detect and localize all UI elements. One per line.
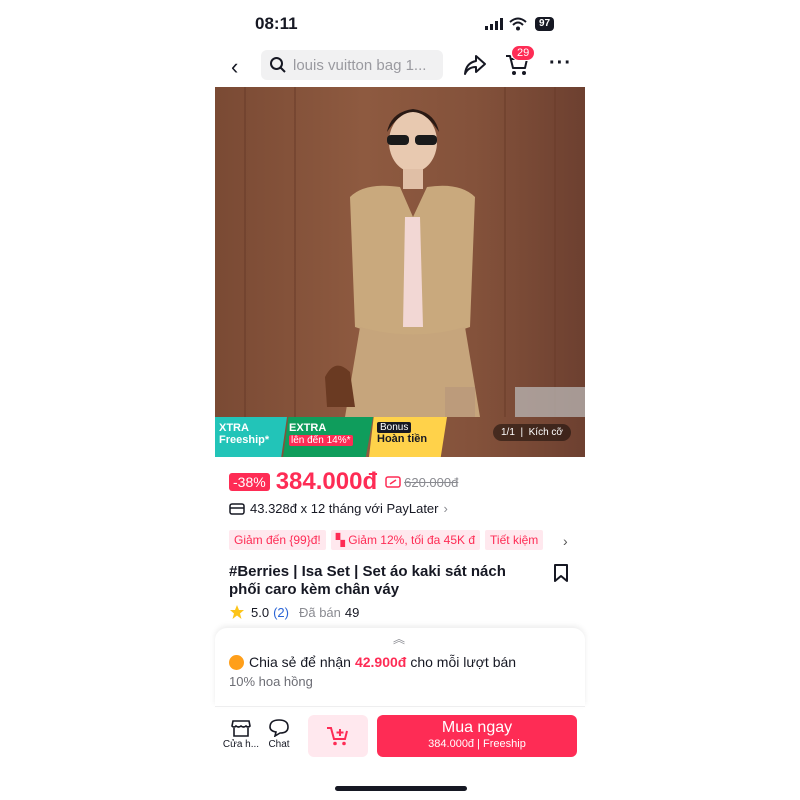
chat-icon [269, 719, 289, 737]
affiliate-suffix: cho mỗi lượt bán [410, 654, 517, 670]
product-photo-illustration [244, 87, 585, 417]
voucher-chip-label: Giảm 12%, tối đa 45K đ [348, 533, 476, 547]
share-icon[interactable] [463, 54, 487, 76]
sold-label: Đã bán [298, 604, 341, 620]
add-cart-icon [327, 727, 348, 746]
shop-button[interactable]: Cửa h... [221, 719, 261, 750]
home-indicator[interactable] [335, 786, 467, 791]
voucher-chip[interactable]: ▚ Giảm 12%, tối đa 45K đ [330, 530, 481, 550]
product-image[interactable]: XTRA Freeship* EXTRA lên đến 14%* Bonus … [215, 87, 585, 457]
cart-badge: 29 [511, 45, 536, 61]
affiliate-panel[interactable]: ︽ Chia sẻ để nhận 42.900đ cho mỗi lượt b… [215, 628, 585, 706]
chevron-up-icon[interactable]: ︽ [393, 630, 405, 647]
paylater-row[interactable]: 43.328đ x 12 tháng với PayLater › [229, 501, 448, 516]
rating-row[interactable]: 5.0 (2) Đã bán 49 [229, 604, 359, 620]
affiliate-prefix: Chia sẻ để nhận [249, 654, 351, 670]
top-nav: ‹ louis vuitton bag 1... 29 ··· [215, 45, 585, 82]
status-time: 08:11 [255, 14, 298, 33]
chevron-right-icon[interactable]: › [563, 533, 568, 549]
search-input[interactable]: louis vuitton bag 1... [261, 50, 443, 80]
promo-bonus-tag: Bonus [377, 422, 412, 433]
promo-extra-discount: EXTRA lên đến 14%* [283, 417, 373, 457]
discount-badge: -38% [229, 473, 270, 491]
chevron-right-icon: › [443, 501, 448, 516]
rating-value: 5.0 [251, 604, 270, 620]
buy-now-label: Mua ngay [441, 719, 513, 736]
promo-bonus-sub: Hoàn tiền [377, 433, 428, 445]
promo-extra-title: EXTRA [289, 422, 327, 434]
wallet-icon [229, 502, 245, 515]
bookmark-icon[interactable] [553, 564, 569, 582]
size-label: Kích cỡ [528, 427, 563, 438]
affiliate-amount: 42.900đ [354, 654, 407, 670]
photo-index: 1/1 [501, 427, 515, 438]
paylater-text: 43.328đ x 12 tháng với PayLater [250, 501, 439, 516]
back-icon[interactable]: ‹ [231, 54, 238, 80]
affiliate-share-line: Chia sẻ để nhận 42.900đ cho mỗi lượt bán [229, 654, 516, 670]
phone-screen: 08:11 97 ‹ louis vuitton bag 1... 29 ···… [215, 0, 585, 800]
chat-button[interactable]: Chat [259, 719, 299, 750]
chat-label: Chat [268, 739, 290, 750]
promo-bonus-cashback: Bonus Hoàn tiền [369, 417, 447, 457]
bottom-action-bar: Cửa h... Chat Mua ngay 384.000đ | Freesh… [215, 706, 585, 771]
shop-icon [231, 720, 251, 737]
ticket-icon: ▚ [335, 533, 349, 547]
promo-extra-sub: lên đến 14%* [289, 435, 353, 446]
rating-count: (2) [273, 604, 289, 620]
price-row: -38% 384.000đ 620.000đ [229, 468, 458, 496]
voucher-chip[interactable]: Giảm đến {99}đ! [229, 530, 326, 550]
search-query: louis vuitton bag 1... [293, 56, 427, 74]
voucher-icon [385, 476, 401, 488]
star-icon [230, 605, 244, 619]
signal-icon [485, 18, 503, 30]
promo-xtra-sub: Freeship* [219, 434, 270, 446]
battery-indicator: 97 [535, 17, 555, 31]
status-bar: 08:11 97 [215, 12, 585, 38]
current-price: 384.000đ [275, 468, 378, 495]
photo-counter[interactable]: 1/1 | Kích cỡ [493, 424, 571, 441]
voucher-chip[interactable]: Tiết kiệm [485, 530, 544, 550]
add-to-cart-button[interactable] [308, 715, 368, 757]
sold-count: 49 [344, 604, 360, 620]
coin-icon [229, 654, 244, 670]
shop-label: Cửa h... [222, 739, 260, 750]
commission-text: 10% hoa hồng [229, 674, 313, 689]
promo-xtra-title: XTRA [219, 422, 249, 434]
buy-now-button[interactable]: Mua ngay 384.000đ | Freeship [377, 715, 577, 757]
original-price: 620.000đ [404, 474, 459, 490]
search-icon [270, 57, 286, 73]
more-icon[interactable]: ··· [549, 52, 572, 75]
voucher-chips[interactable]: Giảm đến {99}đ! ▚ Giảm 12%, tối đa 45K đ… [229, 530, 585, 550]
buy-now-sub: 384.000đ | Freeship [428, 738, 526, 750]
promo-xtra-freeship: XTRA Freeship* [215, 417, 287, 457]
product-title: #Berries | Isa Set | Set áo kaki sát nác… [229, 563, 506, 598]
wifi-icon [509, 17, 527, 31]
